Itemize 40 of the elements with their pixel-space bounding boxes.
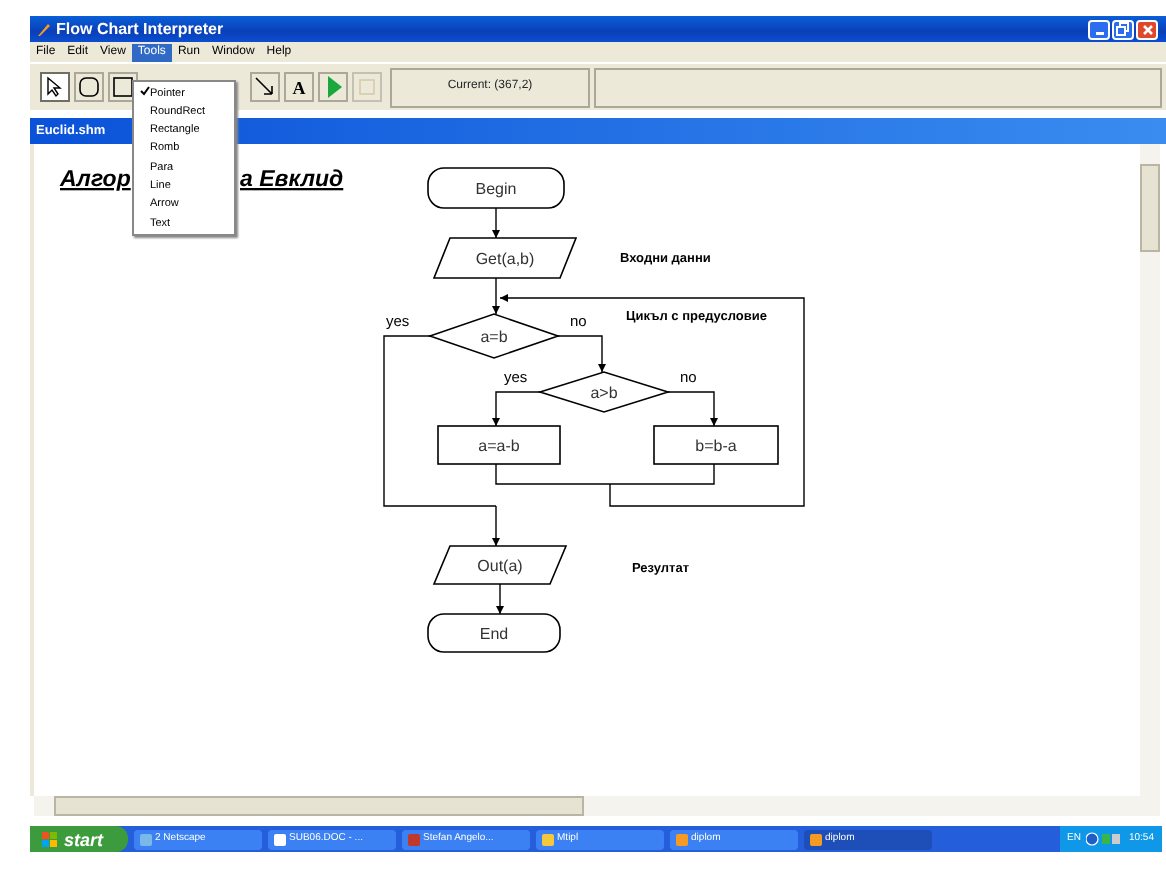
decision-node: a=b bbox=[427, 313, 561, 359]
close-button[interactable] bbox=[1136, 19, 1158, 39]
app-icon bbox=[675, 833, 688, 845]
app-icon bbox=[139, 833, 152, 845]
tray-icons[interactable] bbox=[1086, 832, 1123, 846]
connector-line bbox=[492, 207, 500, 239]
process-node: b=b-a bbox=[653, 425, 779, 465]
terminal-node: End bbox=[427, 613, 561, 653]
rectangle-icon bbox=[110, 74, 136, 100]
close-icon bbox=[1141, 23, 1153, 35]
minimize-button[interactable] bbox=[1088, 19, 1110, 39]
app-icon bbox=[36, 21, 52, 37]
restore-icon bbox=[1116, 22, 1130, 36]
pointer-tool-button[interactable] bbox=[40, 72, 70, 102]
decision-node: a>b bbox=[537, 371, 671, 413]
app-icon bbox=[809, 833, 822, 845]
vertical-scrollbar[interactable] bbox=[1140, 144, 1160, 796]
stop-icon bbox=[354, 74, 380, 100]
window-title: Flow Chart Interpreter bbox=[56, 17, 224, 41]
input-output-node: Out(a) bbox=[432, 545, 568, 585]
process-node: a=a-b bbox=[437, 425, 561, 465]
rounded-rectangle-icon bbox=[76, 74, 102, 100]
connector-line bbox=[496, 583, 504, 615]
text-tool-button[interactable]: A bbox=[284, 72, 314, 102]
horizontal-scrollbar[interactable] bbox=[34, 796, 1160, 816]
arrow-tool-button[interactable] bbox=[250, 72, 280, 102]
windows-flag-icon bbox=[42, 831, 58, 847]
input-output-node: Get(a,b) bbox=[432, 237, 578, 279]
roundrect-tool-button[interactable] bbox=[74, 72, 104, 102]
app-icon bbox=[273, 833, 286, 845]
pointer-icon bbox=[42, 74, 68, 100]
app-icon bbox=[407, 833, 420, 845]
app-icon bbox=[541, 833, 554, 845]
run-tool-button[interactable] bbox=[318, 72, 348, 102]
terminal-node: Begin bbox=[427, 167, 565, 209]
arrow-icon bbox=[252, 74, 278, 100]
chart-heading: а Евклид bbox=[240, 168, 344, 192]
restore-button[interactable] bbox=[1112, 19, 1134, 39]
chart-heading: Алгор bbox=[60, 168, 131, 192]
start-button[interactable]: start bbox=[30, 826, 128, 852]
